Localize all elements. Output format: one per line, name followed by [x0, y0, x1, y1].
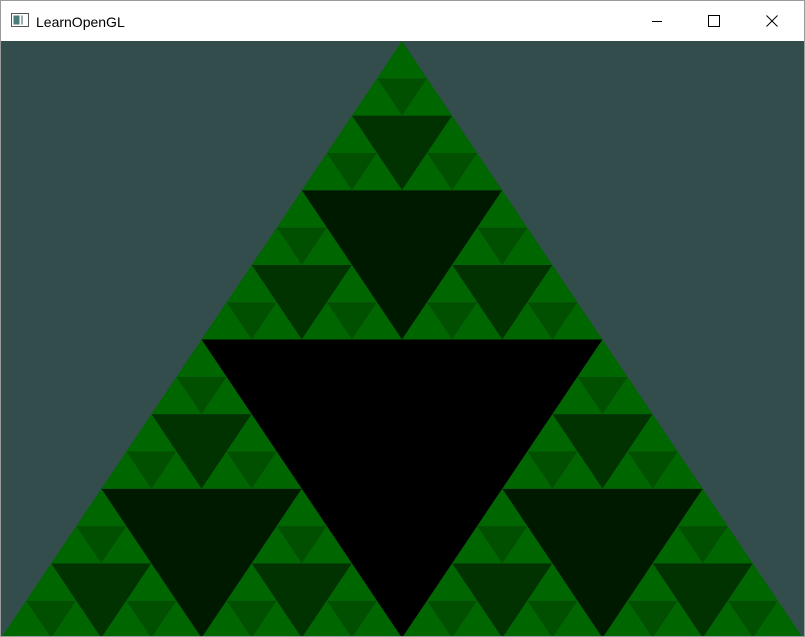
maximize-button[interactable]	[685, 1, 743, 41]
minimize-icon	[652, 21, 662, 22]
maximize-icon	[708, 15, 720, 27]
sierpinski-triangle	[2, 41, 802, 636]
opengl-viewport[interactable]	[1, 41, 804, 636]
app-window: LearnOpenGL	[0, 0, 805, 637]
app-icon	[11, 13, 29, 27]
close-icon	[766, 15, 778, 27]
fractal-leaf-triangle	[376, 41, 428, 79]
title-bar[interactable]: LearnOpenGL	[1, 1, 804, 41]
minimize-button[interactable]	[628, 1, 686, 41]
window-title: LearnOpenGL	[36, 14, 125, 30]
close-button[interactable]	[743, 1, 801, 41]
